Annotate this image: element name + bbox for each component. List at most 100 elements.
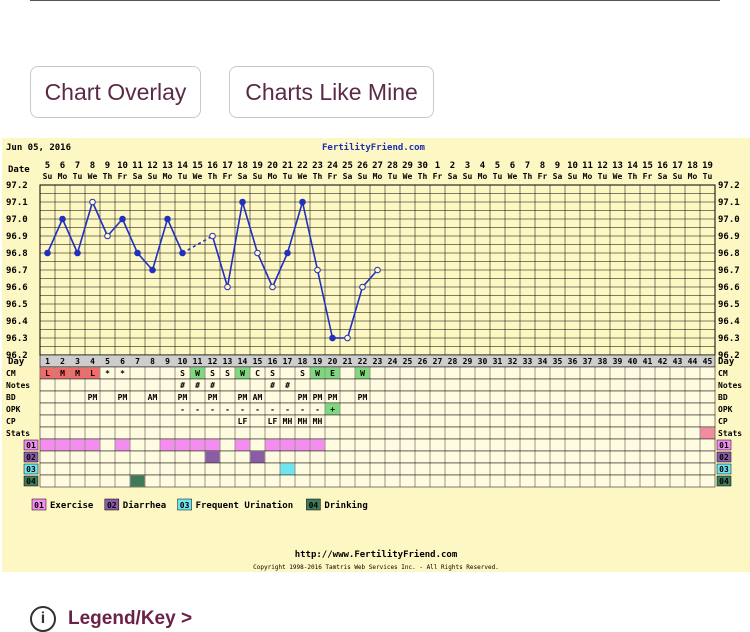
row-cm-value: L	[90, 369, 95, 378]
custom-mark-cell	[160, 439, 175, 451]
day-number: 20	[328, 357, 338, 366]
weekday-label: Tu	[283, 172, 293, 181]
date-label: 5	[45, 161, 50, 171]
day-number: 43	[673, 357, 683, 366]
row-bd-value: PM	[298, 393, 308, 402]
row-notes-value: #	[210, 381, 215, 390]
date-label: 6	[510, 161, 515, 171]
row-cm-value: S	[300, 369, 305, 378]
temp-point	[104, 232, 111, 240]
day-number: 22	[358, 357, 368, 366]
custom-row-code-left: 04	[26, 477, 36, 486]
temp-point	[284, 249, 291, 257]
date-label: 18	[687, 161, 698, 171]
temp-point	[59, 215, 66, 223]
row-stats-bg	[39, 426, 716, 440]
temp-point	[89, 198, 96, 206]
custom-row-code-right: 03	[719, 465, 729, 474]
custom-row-code-right: 02	[719, 453, 729, 462]
day-number: 12	[208, 357, 218, 366]
y-tick-left: 96.8	[6, 249, 28, 259]
weekday-label: Sa	[553, 172, 563, 181]
date-label: 12	[147, 161, 158, 171]
day-number: 26	[418, 357, 428, 366]
weekday-label: Mo	[58, 172, 68, 181]
custom-row-code-right: 01	[719, 441, 729, 450]
weekday-label: Fr	[433, 172, 443, 181]
fertility-chart: Jun 05, 2016 FertilityFriend.com Date 5 Su 6 M…	[2, 138, 750, 572]
row-bd-value: PM	[358, 393, 368, 402]
y-tick-right: 97.2	[718, 181, 740, 191]
row-cm-value: S	[180, 369, 185, 378]
day-number: 18	[298, 357, 308, 366]
weekday-label: Sa	[343, 172, 353, 181]
date-row-label: Date	[8, 165, 30, 175]
date-label: 20	[267, 161, 278, 171]
row-bd-value: PM	[313, 393, 323, 402]
row-notes-value: #	[285, 381, 290, 390]
date-label: 24	[327, 161, 338, 171]
footer-copyright: Copyright 1998-2016 Tamtris Web Services…	[253, 564, 499, 571]
day-number: 1	[45, 357, 50, 366]
temp-point	[254, 249, 261, 257]
weekday-label: Th	[208, 172, 218, 181]
row-opk-label-left: OPK	[6, 405, 21, 414]
y-tick-left: 96.6	[6, 283, 28, 293]
temp-point	[74, 249, 81, 257]
day-number: 4	[90, 357, 95, 366]
chart-date: Jun 05, 2016	[6, 143, 71, 153]
temp-point	[119, 215, 126, 223]
date-label: 25	[342, 161, 353, 171]
custom-row-bg	[39, 462, 716, 476]
weekday-label: We	[193, 172, 203, 181]
info-icon: i	[30, 606, 56, 632]
temp-point	[179, 249, 186, 257]
row-opk-value: -	[195, 405, 200, 414]
legend-code: 02	[107, 501, 117, 510]
row-notes-bg	[39, 378, 716, 392]
row-cp-value: MH	[298, 417, 308, 426]
date-label: 12	[597, 161, 608, 171]
day-number: 32	[508, 357, 518, 366]
chart-site-name: FertilityFriend.com	[322, 142, 426, 153]
date-label: 10	[117, 161, 128, 171]
day-number: 7	[135, 357, 140, 366]
day-number: 5	[105, 357, 110, 366]
y-tick-left: 96.3	[6, 334, 28, 344]
date-label: 17	[672, 161, 683, 171]
row-cm-value: M	[75, 369, 80, 378]
y-tick-right: 96.9	[718, 232, 740, 242]
legend-key-link[interactable]: i Legend/Key >	[30, 606, 192, 632]
custom-mark-cell	[205, 439, 220, 451]
weekday-label: We	[88, 172, 98, 181]
date-label: 16	[657, 161, 668, 171]
row-notes-value: #	[180, 381, 185, 390]
date-label: 3	[465, 161, 470, 171]
row-notes-value: #	[195, 381, 200, 390]
row-cm-value: S	[225, 369, 230, 378]
date-label: 30	[417, 161, 428, 171]
charts-like-mine-button[interactable]: Charts Like Mine	[229, 66, 434, 118]
weekday-label: We	[508, 172, 518, 181]
row-bd-bg	[39, 390, 716, 404]
date-label: 23	[312, 161, 323, 171]
y-tick-right: 97.1	[718, 198, 740, 208]
row-cm-value: S	[270, 369, 275, 378]
date-label: 11	[582, 161, 593, 171]
y-tick-left: 96.5	[6, 300, 28, 310]
custom-mark-cell	[235, 439, 250, 451]
weekday-label: Sa	[448, 172, 458, 181]
row-opk-value: -	[240, 405, 245, 414]
date-label: 10	[567, 161, 578, 171]
row-cp-value: MH	[283, 417, 293, 426]
chart-overlay-button[interactable]: Chart Overlay	[30, 66, 201, 118]
day-number: 37	[583, 357, 593, 366]
day-number: 41	[643, 357, 653, 366]
row-cm-label-left: CM	[6, 369, 16, 378]
row-bd-value: PM	[208, 393, 218, 402]
day-number: 24	[388, 357, 398, 366]
y-tick-right: 96.7	[718, 266, 740, 276]
weekday-label: Th	[103, 172, 113, 181]
custom-mark-cell	[295, 439, 310, 451]
weekday-label: Fr	[538, 172, 548, 181]
